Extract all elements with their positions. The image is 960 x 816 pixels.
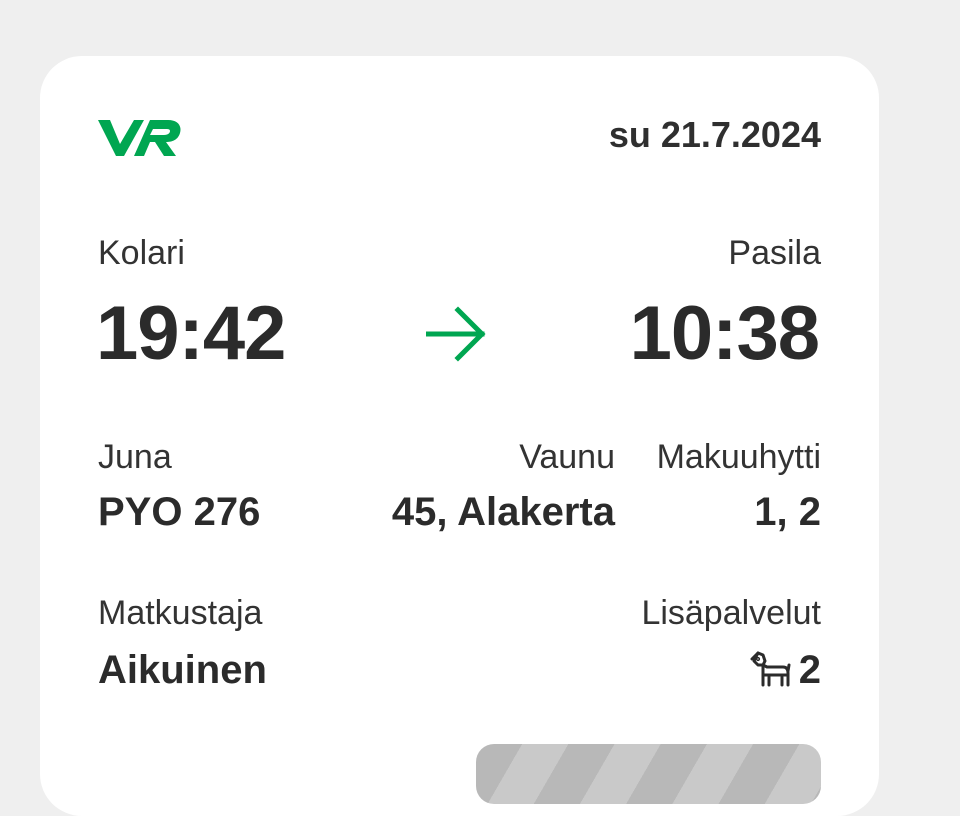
vr-logo [98, 120, 181, 156]
extras-label: Lisäpalvelut [641, 594, 821, 632]
ticket-card: su 21.7.2024 Kolari Pasila 19:42 10:38 J… [40, 56, 879, 816]
arrival-station: Pasila [728, 234, 821, 272]
train-label: Juna [98, 438, 172, 476]
extras-count: 2 [798, 648, 821, 692]
departure-station: Kolari [98, 234, 185, 272]
arrival-time: 10:38 [629, 291, 820, 376]
car-label: Vaunu [519, 438, 615, 476]
passenger-value: Aikuinen [98, 648, 267, 692]
extras-value: 2 [749, 648, 821, 693]
travel-date: su 21.7.2024 [608, 114, 821, 155]
cabin-label: Makuuhytti [656, 438, 821, 476]
train-value: PYO 276 [98, 490, 261, 534]
departure-time: 19:42 [96, 291, 286, 376]
arrow-right-icon [426, 306, 486, 362]
cabin-value: 1, 2 [754, 490, 821, 534]
dog-icon [750, 651, 791, 687]
passenger-label: Matkustaja [98, 594, 263, 632]
barcode-preview [476, 744, 821, 804]
car-value: 45, Alakerta [391, 490, 615, 534]
